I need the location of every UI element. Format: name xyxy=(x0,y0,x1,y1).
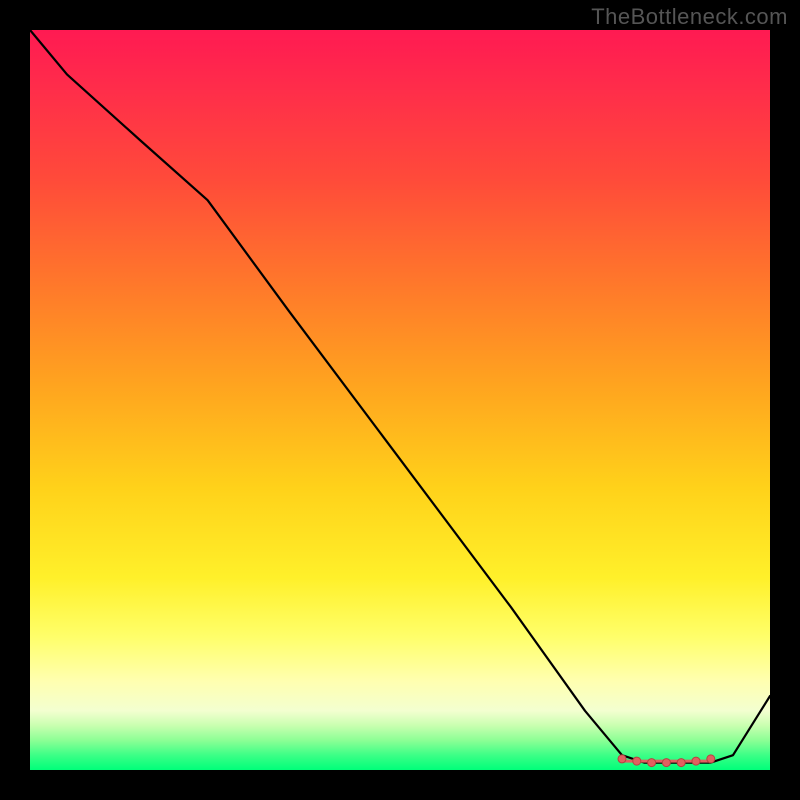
chart-stage: TheBottleneck.com xyxy=(0,0,800,800)
marker-dot xyxy=(618,755,626,763)
marker-dot xyxy=(633,757,641,765)
plot-area xyxy=(30,30,770,770)
main-curve xyxy=(30,30,770,763)
marker-dot xyxy=(662,759,670,767)
marker-cluster xyxy=(618,755,715,767)
marker-dot xyxy=(707,755,715,763)
watermark-text: TheBottleneck.com xyxy=(591,4,788,30)
marker-dot xyxy=(648,759,656,767)
marker-dot xyxy=(692,757,700,765)
marker-dot xyxy=(677,759,685,767)
chart-svg xyxy=(30,30,770,770)
